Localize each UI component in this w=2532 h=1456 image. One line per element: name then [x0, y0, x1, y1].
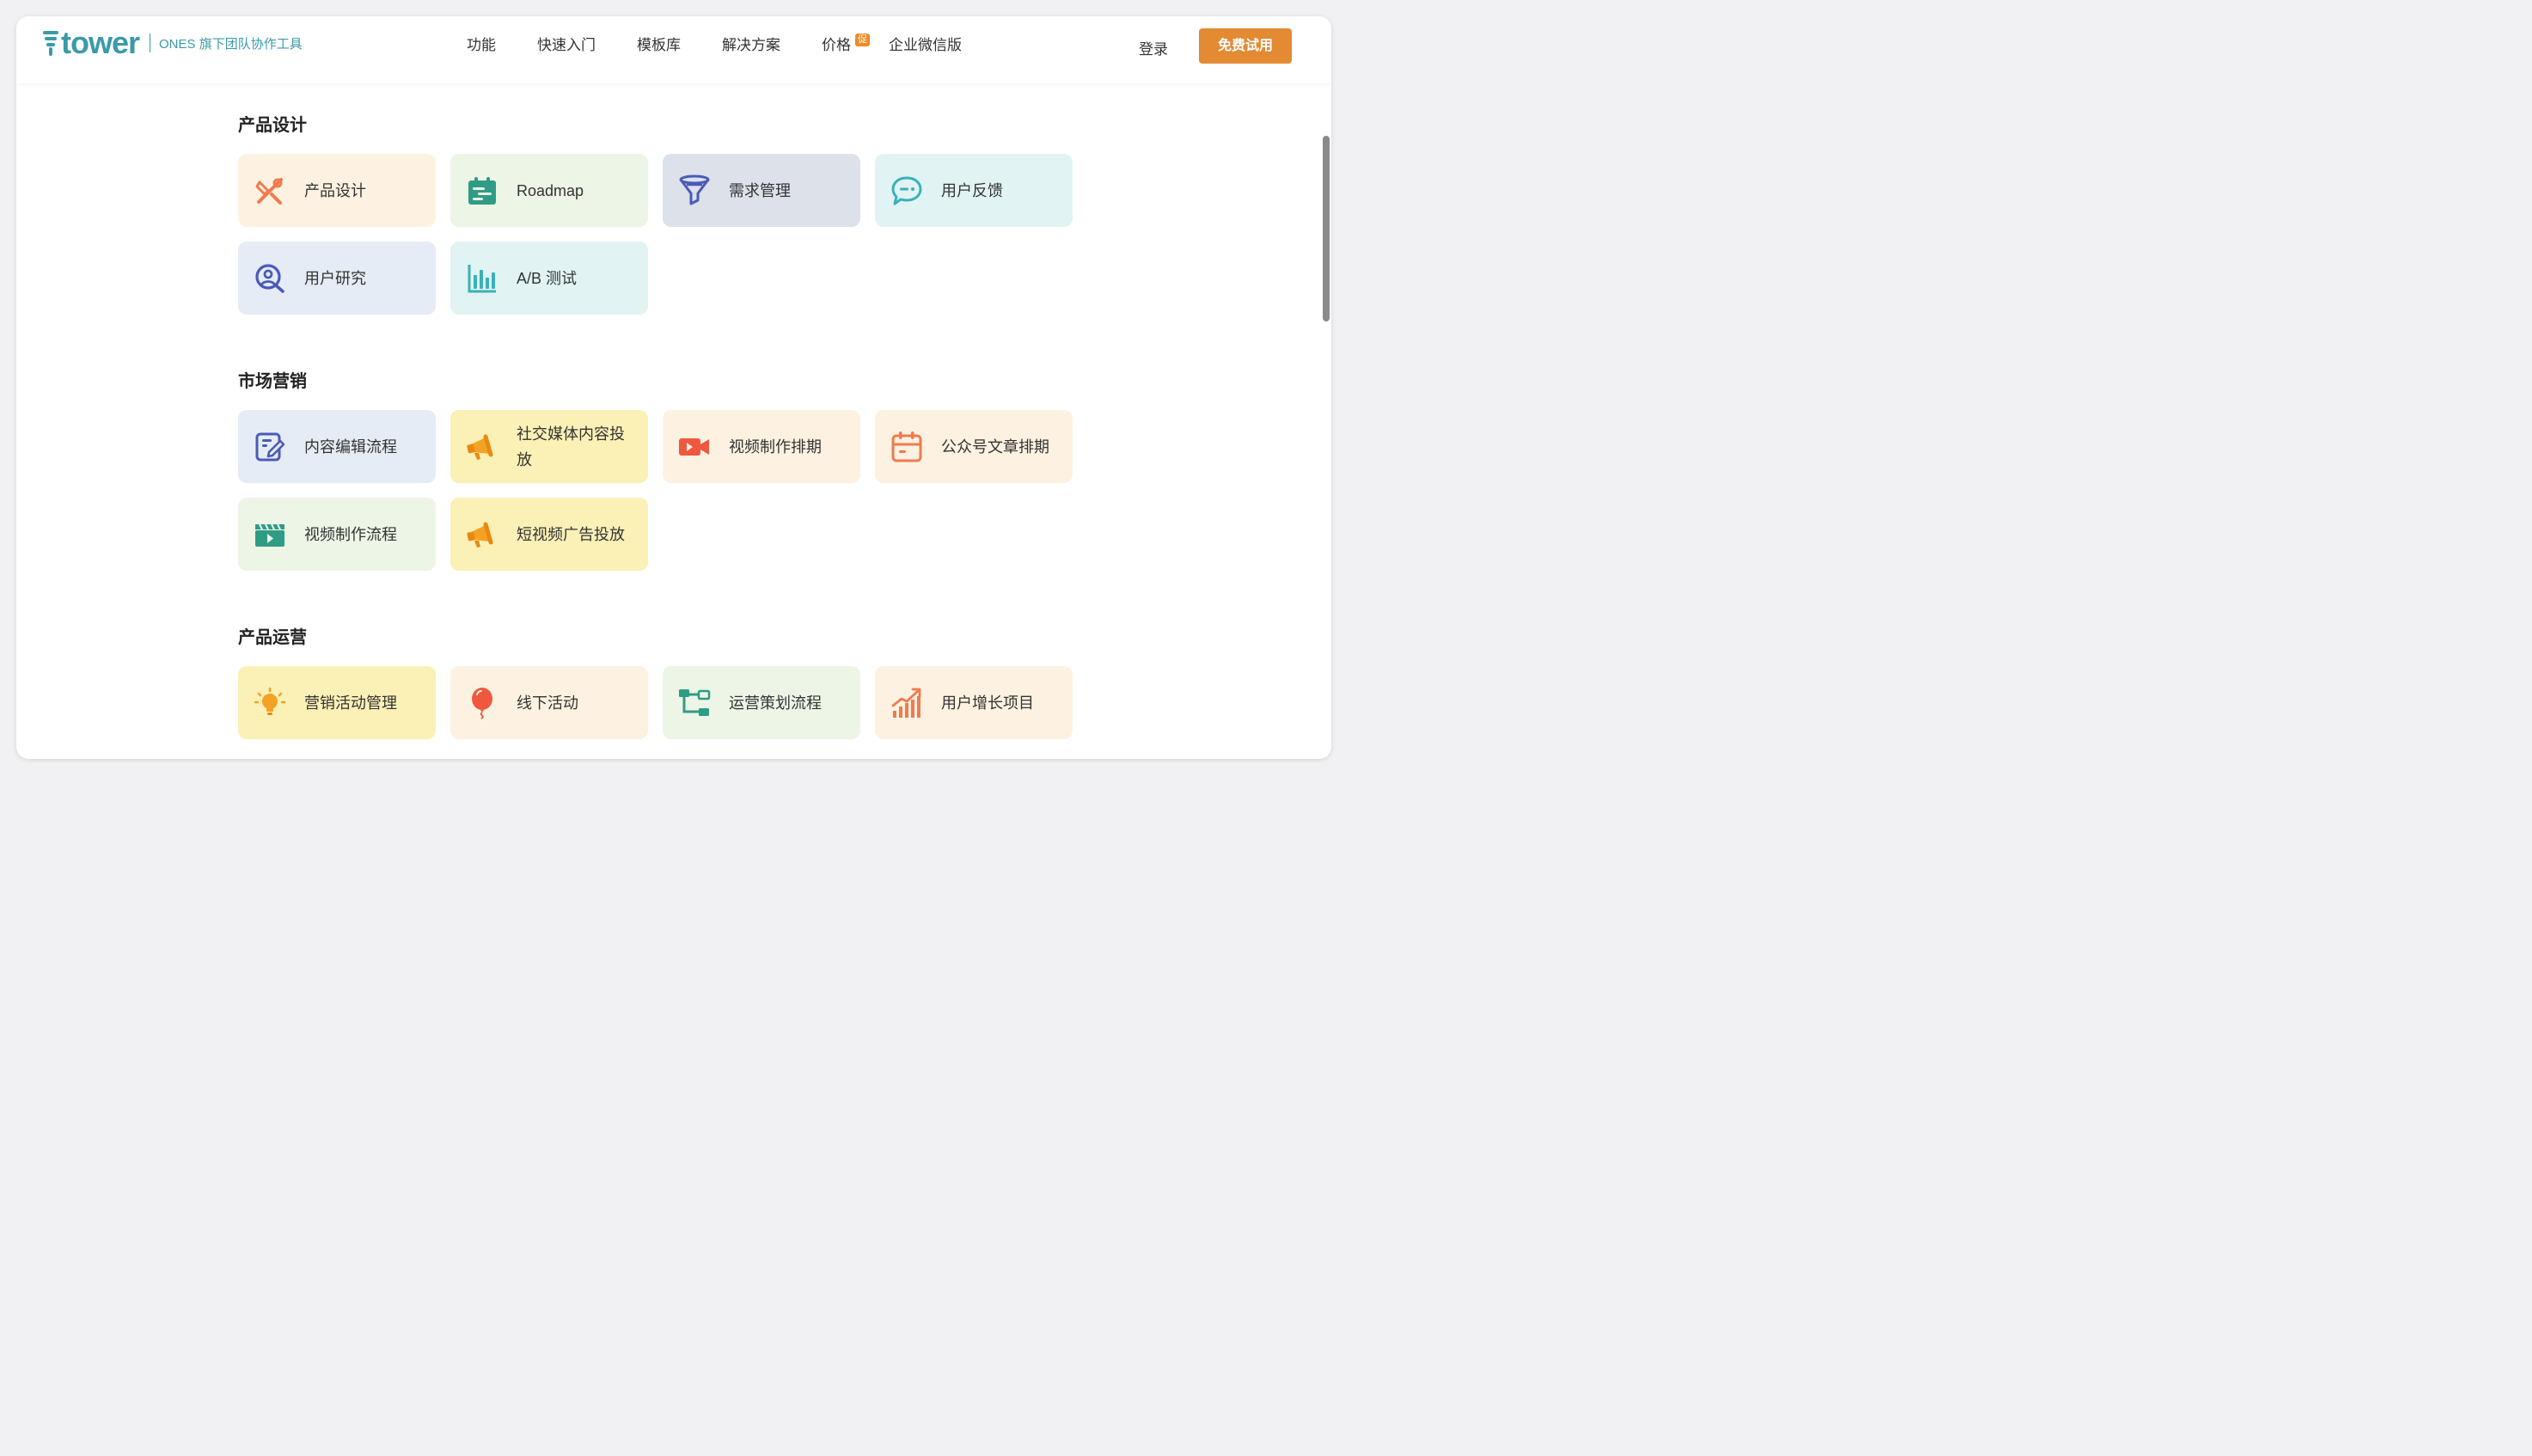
vertical-scrollbar[interactable]: [1323, 136, 1330, 321]
growth-chart-icon: [890, 687, 923, 719]
section-title-operations: 产品运营: [238, 628, 307, 647]
nav-pricing[interactable]: 价格 促: [822, 34, 870, 54]
template-card-label: 运营策划流程: [729, 694, 822, 712]
template-card-label: 用户增长项目: [941, 694, 1034, 712]
template-card[interactable]: 用户研究: [238, 242, 436, 315]
lightbulb-icon: [254, 687, 286, 719]
template-card[interactable]: 需求管理: [663, 154, 860, 227]
edit-document-icon: [254, 431, 286, 463]
logo-tagline: ONES 旗下团队协作工具: [159, 36, 303, 52]
free-trial-button[interactable]: 免费试用: [1199, 28, 1292, 64]
logo-wordmark: tower: [61, 25, 140, 60]
template-card[interactable]: 内容编辑流程: [238, 410, 436, 483]
template-card[interactable]: 线下活动: [450, 666, 648, 739]
template-card-label: 营销活动管理: [304, 694, 397, 712]
login-link[interactable]: 登录: [1139, 37, 1168, 58]
calendar-icon: [890, 431, 923, 463]
template-card-label: 产品设计: [304, 181, 366, 199]
nav-wecom[interactable]: 企业微信版: [889, 37, 962, 54]
template-card[interactable]: 用户反馈: [875, 154, 1073, 227]
nav-quick-start[interactable]: 快速入门: [537, 37, 596, 54]
user-search-icon: [254, 262, 286, 295]
nav-pricing-label: 价格: [822, 37, 851, 53]
tower-logo[interactable]: tower ONES 旗下团队协作工具: [42, 28, 303, 58]
nav-solutions[interactable]: 解决方案: [722, 37, 780, 54]
template-card[interactable]: 用户增长项目: [875, 666, 1073, 739]
template-card[interactable]: Roadmap: [450, 154, 648, 227]
nav-templates[interactable]: 模板库: [637, 37, 681, 54]
bar-chart-icon: [466, 262, 498, 295]
nav-features[interactable]: 功能: [467, 37, 496, 54]
megaphone-icon: [466, 431, 498, 463]
template-card[interactable]: 社交媒体内容投放: [450, 410, 648, 483]
template-card-label: 公众号文章排期: [941, 437, 1049, 456]
tower-logo-icon: [43, 31, 58, 56]
template-card[interactable]: 公众号文章排期: [875, 410, 1073, 483]
funnel-icon: [678, 174, 711, 207]
template-card[interactable]: 短视频广告投放: [450, 498, 648, 571]
megaphone-icon: [466, 518, 498, 551]
video-camera-icon: [678, 431, 711, 463]
template-card-label: 短视频广告投放: [517, 525, 625, 543]
template-card-label: 用户研究: [304, 269, 366, 287]
template-card-label: 内容编辑流程: [304, 437, 397, 456]
flow-tree-icon: [678, 687, 711, 719]
template-card-label: A/B 测试: [517, 269, 578, 287]
main-nav: 功能 快速入门 模板库 解决方案 价格 促 企业微信版: [467, 34, 1003, 54]
template-card[interactable]: 运营策划流程: [663, 666, 860, 739]
promo-badge: 促: [855, 34, 870, 46]
browser-window: tower ONES 旗下团队协作工具 功能 快速入门 模板库 解决方案 价格 …: [16, 16, 1331, 759]
template-card[interactable]: 营销活动管理: [238, 666, 436, 739]
template-card-label: 社交媒体内容投放: [517, 425, 625, 468]
template-card-label: Roadmap: [517, 181, 584, 199]
template-card-label: 视频制作排期: [729, 437, 822, 456]
section-title-product-design: 产品设计: [238, 116, 307, 135]
template-card[interactable]: A/B 测试: [450, 242, 648, 315]
section-title-marketing: 市场营销: [238, 372, 307, 391]
template-card-label: 视频制作流程: [304, 525, 397, 543]
template-card-label: 用户反馈: [941, 181, 1003, 199]
template-card[interactable]: 视频制作流程: [238, 498, 436, 571]
balloon-icon: [466, 687, 498, 719]
top-navigation-bar: tower ONES 旗下团队协作工具 功能 快速入门 模板库 解决方案 价格 …: [16, 16, 1331, 83]
template-card[interactable]: 产品设计: [238, 154, 436, 227]
template-card-label: 需求管理: [729, 181, 791, 199]
clapperboard-icon: [254, 518, 286, 551]
chat-bubble-icon: [890, 174, 923, 207]
calendar-list-icon: [466, 174, 498, 207]
template-card-label: 线下活动: [517, 694, 578, 712]
template-card[interactable]: 视频制作排期: [663, 410, 860, 483]
design-tools-icon: [254, 174, 286, 207]
